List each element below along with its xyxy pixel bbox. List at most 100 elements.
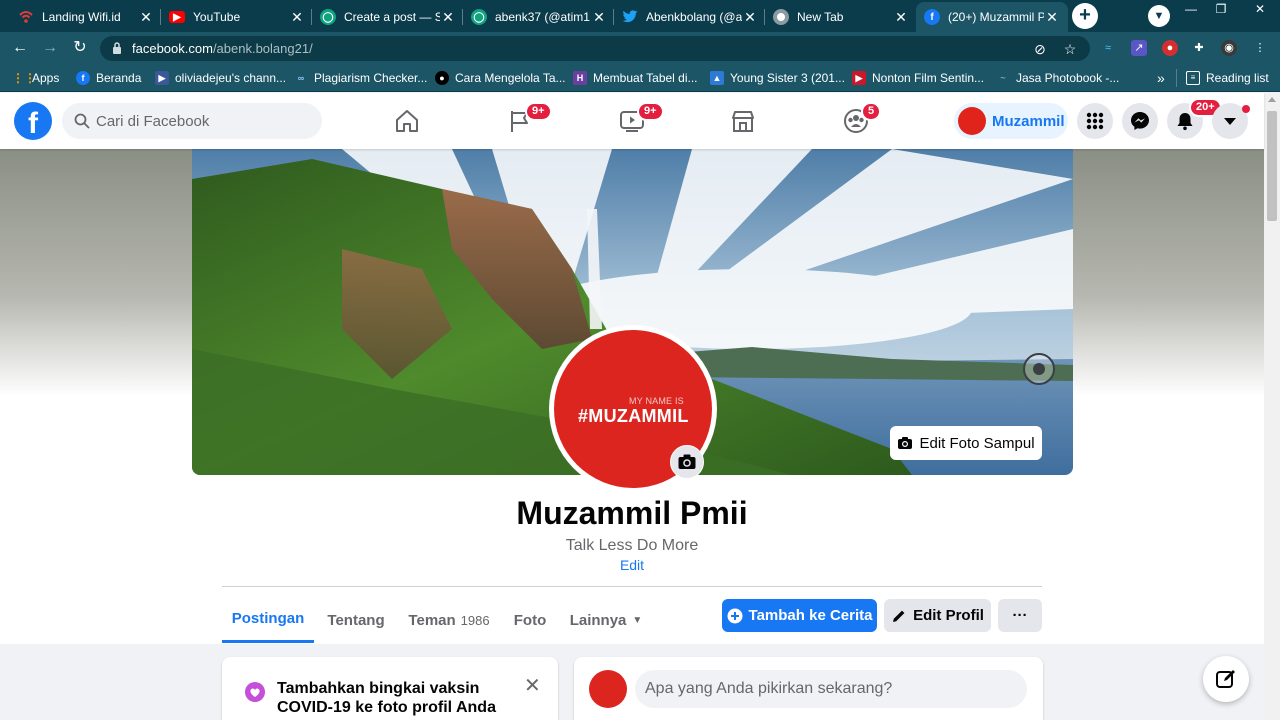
camera-icon [898,437,913,449]
scrollbar-thumb[interactable] [1267,111,1277,221]
extension-icon[interactable]: ● [1162,40,1178,56]
nav-marketplace[interactable] [688,101,798,141]
compose-icon [1216,670,1235,688]
medium-icon: ● [435,71,449,85]
close-tab-icon[interactable]: ✕ [742,9,758,26]
facebook-header: f 9+ 9+ 5 Muzammil 20+ [0,93,1264,149]
bookmark-label: Beranda [96,71,142,85]
browser-tab[interactable]: Landing Wifi.id ✕ [10,2,162,32]
nav-groups[interactable]: 5 [801,101,911,141]
link-icon: ∞ [297,73,305,83]
address-bar[interactable]: facebook.com/abenk.bolang21/ ⊘ ☆ [100,36,1090,61]
page-scrollbar[interactable] [1264,93,1280,720]
minimize-icon[interactable]: — [1176,0,1206,20]
restore-icon[interactable]: ❐ [1206,0,1236,20]
browser-toolbar: ← → ↻ facebook.com/abenk.bolang21/ ⊘ ☆ ≈… [0,32,1280,64]
update-profile-picture-button[interactable] [670,445,704,479]
browser-tab[interactable]: ◯ Create a post — S ✕ [312,2,464,32]
menu-grid-icon [1086,112,1104,130]
menu-button[interactable] [1077,103,1113,139]
browser-tab[interactable]: ▶ YouTube ✕ [161,2,313,32]
more-dots-icon: ··· [1012,607,1028,624]
notifications-button[interactable]: 20+ [1167,98,1222,139]
tracking-blocked-icon[interactable]: ⊘ [1032,41,1048,57]
forward-icon[interactable]: → [40,38,60,58]
menu-dots-icon[interactable]: ⋮ [1252,40,1268,56]
messenger-icon [1131,112,1149,130]
composer-input[interactable]: Apa yang Anda pikirkan sekarang? [635,670,1027,708]
nav-home[interactable] [352,101,462,141]
bookmark-item[interactable]: H Membuat Tabel di... [573,69,698,87]
bookmark-item[interactable]: ~ Jasa Photobook -... [996,69,1119,87]
bookmark-label: Jasa Photobook -... [1016,71,1120,85]
wifi-icon [18,9,34,25]
new-tab-button[interactable]: + [1072,3,1098,29]
apps-grid-icon: ⋮⋮ [12,71,36,85]
bookmark-item[interactable]: ▶ Nonton Film Sentin... [852,69,984,87]
tab-search-icon[interactable]: ▼ [1148,5,1170,27]
extension-icon[interactable]: ≈ [1100,40,1116,56]
avatar-hashtag: #MUZAMMIL [578,406,689,426]
youtube-icon: ▶ [169,11,185,23]
back-icon[interactable]: ← [10,38,30,58]
messenger-button[interactable] [1122,103,1158,139]
edit-cover-label: Edit Foto Sampul [919,434,1035,452]
puzzle-icon[interactable]: ✚ [1191,40,1207,56]
scroll-up-icon[interactable] [1268,97,1276,102]
reading-list-button[interactable]: ≡ Reading list [1186,69,1269,87]
browser-tab-strip: Landing Wifi.id ✕ ▶ YouTube ✕ ◯ Create a… [0,0,1280,32]
film-icon: ▶ [852,71,866,85]
browser-tab[interactable]: Abenkbolang (@a ✕ [614,2,766,32]
extension-icon[interactable]: ↗ [1131,40,1147,56]
tab-title: Abenkbolang (@a [646,10,742,24]
bookmark-apps[interactable]: ⋮⋮ Apps [12,69,59,87]
browser-tab-active[interactable]: f (20+) Muzammil P ✕ [916,2,1068,32]
bookmark-star-icon[interactable]: ☆ [1062,41,1078,57]
nav-watch[interactable]: 9+ [577,101,687,141]
close-tab-icon[interactable]: ✕ [893,9,909,26]
browser-tab[interactable]: New Tab ✕ [765,2,917,32]
bookmark-item[interactable]: ▶ oliviadejeu's chann... [155,69,286,87]
vaccine-frame-card[interactable]: Tambahkan bingkai vaksin COVID-19 ke fot… [222,657,558,720]
tab-about[interactable]: Tentang [318,597,394,643]
close-tab-icon[interactable]: ✕ [591,9,607,26]
tab-title: New Tab [797,10,844,24]
tab-title: (20+) Muzammil P [948,10,1044,24]
close-tab-icon[interactable]: ✕ [138,9,154,26]
search-input[interactable] [96,112,296,130]
tab-friends[interactable]: Teman 1986 [402,597,496,643]
profile-page: Edit Foto Sampul MY NAME IS #MUZAMMIL Mu… [0,149,1264,720]
tab-more[interactable]: Lainnya ▼ [564,597,648,643]
tab-photos[interactable]: Foto [504,597,556,643]
bookmark-item[interactable]: f Beranda [76,69,141,87]
more-bookmarks-button[interactable]: » [1157,69,1165,87]
nav-pages[interactable]: 9+ [465,101,575,141]
facebook-icon: f [76,71,90,85]
more-options-button[interactable]: ··· [998,599,1042,632]
edit-cover-photo-button[interactable]: Edit Foto Sampul [890,426,1042,460]
account-profile-chip[interactable]: Muzammil [954,103,1068,139]
panorama-360-icon[interactable] [1023,353,1055,385]
add-to-story-button[interactable]: Tambah ke Cerita [722,599,877,632]
edit-bio-link[interactable]: Edit [0,557,1264,573]
edit-profile-button[interactable]: Edit Profil [884,599,991,632]
close-window-icon[interactable]: ✕ [1240,0,1280,20]
facebook-search[interactable] [62,103,322,139]
close-tab-icon[interactable]: ✕ [1044,9,1060,26]
bookmark-item[interactable]: ● Cara Mengelola Ta... [435,69,566,87]
tab-posts[interactable]: Postingan [222,597,314,643]
close-icon[interactable]: ✕ [524,673,541,698]
h-icon: H [573,71,587,85]
bookmark-item[interactable]: ▲ Young Sister 3 (201... [710,69,845,87]
post-composer: Apa yang Anda pikirkan sekarang? [574,657,1043,720]
reload-icon[interactable]: ↻ [70,38,90,58]
browser-tab[interactable]: ◯ abenk37 (@atim1 ✕ [463,2,615,32]
close-tab-icon[interactable]: ✕ [440,9,456,26]
facebook-logo-icon[interactable]: f [14,102,52,140]
bookmark-label: Membuat Tabel di... [593,71,698,85]
close-tab-icon[interactable]: ✕ [289,9,305,26]
account-menu-button[interactable] [1212,103,1250,139]
bookmark-item[interactable]: ∞ Plagiarism Checker... [294,69,428,87]
profile-avatar-icon[interactable]: ◉ [1221,40,1237,56]
new-message-button[interactable] [1203,656,1249,702]
